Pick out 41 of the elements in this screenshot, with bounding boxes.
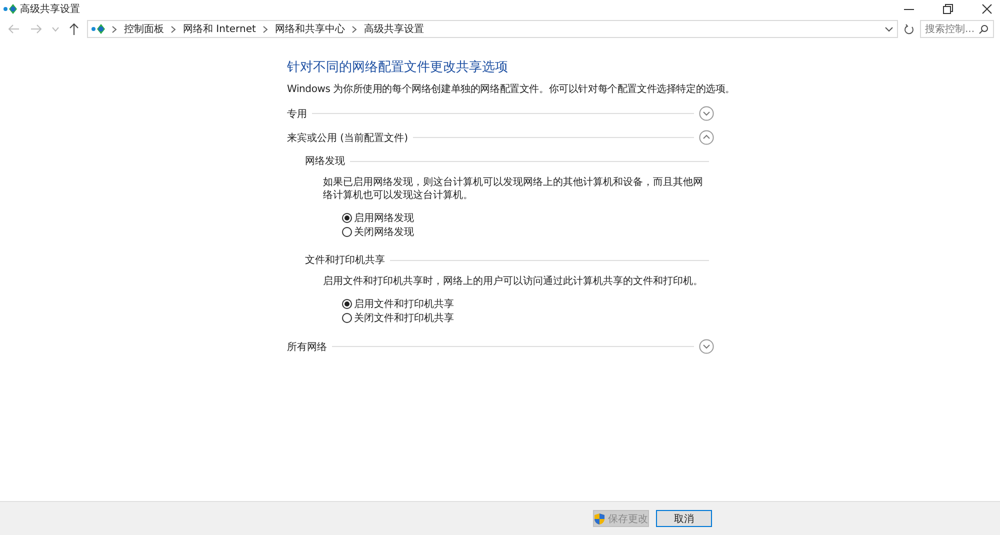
breadcrumb[interactable]: 高级共享设置	[364, 22, 424, 36]
up-arrow-icon[interactable]	[69, 23, 79, 35]
section-title: 网络发现	[305, 155, 345, 168]
chevron-icon	[352, 26, 357, 32]
chevron-icon	[112, 26, 117, 32]
refresh-icon[interactable]	[904, 24, 914, 34]
page-heading: 针对不同的网络配置文件更改共享选项	[287, 59, 509, 76]
breadcrumb[interactable]: 网络和共享中心	[274, 22, 345, 36]
network-icon	[91, 22, 105, 36]
expand-icon[interactable]	[699, 106, 714, 121]
radio-button[interactable]	[342, 213, 352, 223]
section-title: 文件和打印机共享	[305, 254, 385, 267]
expand-icon[interactable]	[699, 339, 714, 354]
profile-title[interactable]: 所有网络	[287, 340, 327, 354]
restore-icon[interactable]	[943, 4, 953, 14]
radio-button[interactable]	[342, 299, 352, 309]
search-icon	[979, 24, 988, 34]
close-icon[interactable]	[982, 4, 992, 14]
search-field[interactable]: 搜索控制...	[920, 20, 994, 38]
breadcrumb[interactable]: 网络和 Internet	[183, 22, 256, 36]
cancel-button[interactable]: 取消	[656, 510, 712, 527]
radio-option[interactable]: 启用网络发现	[342, 211, 714, 225]
profile-title[interactable]: 来宾或公用 (当前配置文件)	[287, 130, 408, 144]
chevron-icon	[262, 26, 268, 32]
chevron-icon	[171, 26, 176, 32]
intro-text: Windows 为你所使用的每个网络创建单独的网络配置文件。你可以针对每个配置文件选择特定的选项。	[287, 82, 736, 96]
network-icon	[3, 2, 17, 16]
address-bar[interactable]: 控制面板 网络和 Internet 网络和共享中心 高级共享设置	[87, 20, 898, 38]
dropdown-caret-icon[interactable]	[885, 26, 893, 32]
radio-button[interactable]	[342, 227, 352, 237]
shield-icon	[594, 512, 605, 524]
window-title: 高级共享设置	[20, 2, 80, 16]
radio-option[interactable]: 启用文件和打印机共享	[342, 297, 714, 311]
breadcrumb[interactable]: 控制面板	[124, 22, 164, 36]
radio-button[interactable]	[342, 313, 352, 323]
radio-option[interactable]: 关闭文件和打印机共享	[342, 311, 714, 325]
profile-title[interactable]: 专用	[287, 106, 307, 120]
collapse-icon[interactable]	[699, 130, 714, 145]
section-description: 启用文件和打印机共享时，网络上的用户可以访问通过此计算机共享的文件和打印机。	[322, 275, 703, 288]
section-description: 如果已启用网络发现，则这台计算机可以发现网络上的其他计算机和设备，而且其他网络计算机也可以发现这台计算机。	[322, 176, 703, 202]
radio-option[interactable]: 关闭网络发现	[342, 225, 714, 239]
